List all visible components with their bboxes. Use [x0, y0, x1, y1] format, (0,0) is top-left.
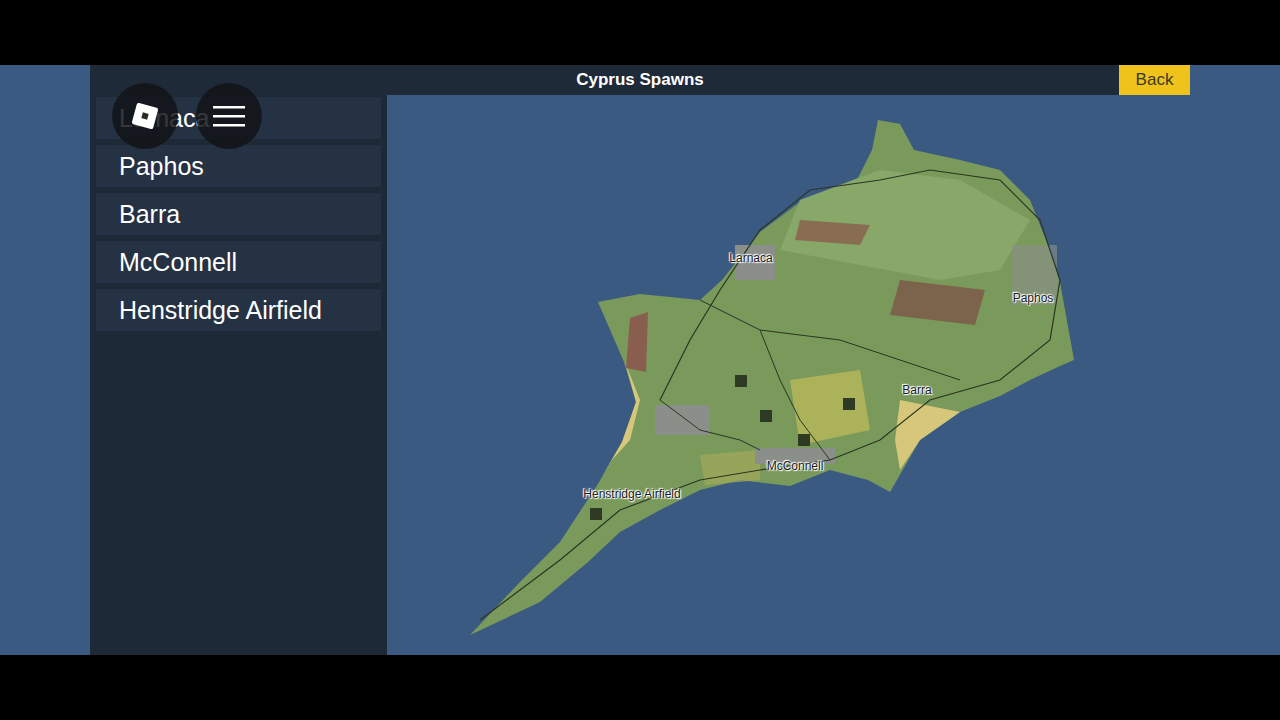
beach-shape [895, 400, 960, 470]
map-label[interactable]: Henstridge Airfield [583, 487, 680, 501]
island-map [387, 95, 1190, 655]
roblox-menu-button[interactable] [112, 83, 178, 149]
screen: Cyprus Spawns Back Larnaca Paphos Barra McCon… [0, 0, 1280, 720]
game-view: Cyprus Spawns Back Larnaca Paphos Barra McCon… [0, 65, 1280, 655]
top-letterbox [0, 0, 1280, 65]
bottom-letterbox [0, 655, 1280, 720]
panel-title: Cyprus Spawns [576, 70, 704, 90]
spawn-item[interactable]: Barra [96, 193, 381, 235]
spawn-item[interactable]: Paphos [96, 145, 381, 187]
spawn-item[interactable]: McConnell [96, 241, 381, 283]
spawn-list: LarnacaPaphosBarraMcConnellHenstridge Ai… [90, 95, 387, 655]
spawn-item[interactable]: Henstridge Airfield [96, 289, 381, 331]
map-label[interactable]: Larnaca [729, 251, 772, 265]
building-shape [760, 410, 772, 422]
field-shape [790, 370, 870, 445]
right-backdrop [1190, 65, 1280, 655]
map-label[interactable]: Barra [902, 383, 931, 397]
island-shape [470, 120, 1074, 635]
road-shape [700, 300, 960, 380]
panel-body: Larnaca Paphos Barra McConnell Henstridge Ai… [90, 95, 1190, 655]
back-button[interactable]: Back [1119, 65, 1190, 95]
building-shape [590, 508, 602, 520]
hamburger-icon [213, 104, 245, 128]
road-shape [660, 400, 760, 450]
town-shape [1012, 245, 1057, 305]
beach-shape [600, 362, 640, 480]
map-label[interactable]: McConnell [767, 459, 824, 473]
field-shape [890, 280, 985, 325]
left-backdrop [0, 65, 90, 655]
spawn-panel: Cyprus Spawns Back Larnaca Paphos Barra McCon… [90, 65, 1190, 655]
map-label[interactable]: Paphos [1013, 291, 1054, 305]
hill-shape [780, 170, 1030, 280]
building-shape [735, 375, 747, 387]
panel-header: Cyprus Spawns Back [90, 65, 1190, 95]
road-shape [480, 170, 1060, 620]
field-shape [700, 450, 760, 485]
map[interactable]: Larnaca Paphos Barra McConnell Henstridge Ai… [387, 95, 1190, 655]
field-shape [626, 312, 648, 372]
road-shape [760, 330, 830, 460]
roblox-logo-icon [130, 101, 160, 131]
building-shape [798, 434, 810, 446]
field-shape [795, 220, 870, 245]
building-shape [843, 398, 855, 410]
menu-button[interactable] [196, 83, 262, 149]
